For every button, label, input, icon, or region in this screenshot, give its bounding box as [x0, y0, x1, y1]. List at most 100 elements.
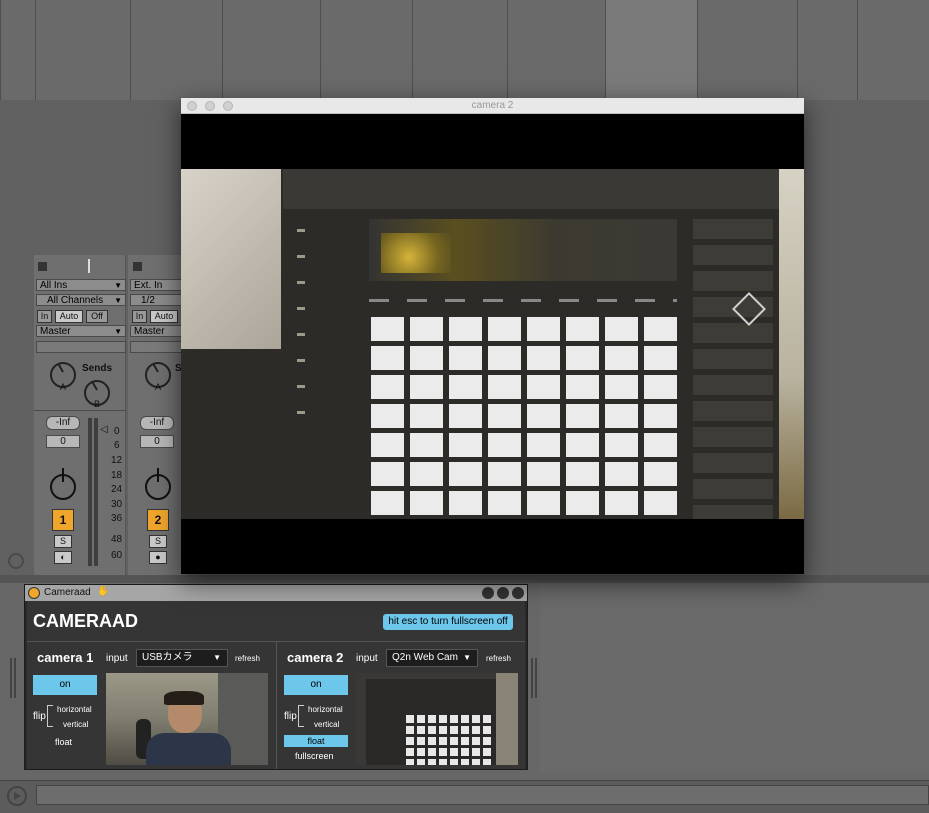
flip-vertical-toggle[interactable]: vertical	[314, 720, 339, 729]
track-activator[interactable]	[133, 262, 142, 271]
splitter[interactable]	[0, 575, 929, 583]
status-text-field	[36, 785, 929, 805]
chevron-down-icon: ▼	[213, 653, 221, 662]
device-title: CAMERAAD	[33, 611, 138, 631]
level-meter	[94, 418, 98, 566]
preview-shirt	[146, 733, 231, 765]
arrangement-lane	[605, 0, 697, 100]
monitor-auto-button[interactable]: Auto	[55, 310, 83, 323]
level-meter	[88, 418, 92, 566]
volume-field[interactable]: 0	[140, 435, 174, 448]
fullscreen-hint-button[interactable]: hit esc to turn fullscreen off	[383, 614, 513, 630]
input-channel-select[interactable]: All Channels ▼	[36, 294, 126, 306]
camera-1-preview	[106, 673, 268, 765]
peak-level[interactable]: -Inf	[46, 416, 80, 430]
flip-bracket	[47, 705, 53, 727]
volume-field[interactable]: 0	[46, 435, 80, 448]
device-on-toggle[interactable]	[28, 587, 40, 599]
arrangement-lane	[320, 0, 412, 100]
video-display-glow	[381, 233, 451, 273]
track-activator-button[interactable]: 1	[52, 509, 74, 531]
arrangement-lane	[507, 0, 605, 100]
monitor-in-button[interactable]: In	[132, 310, 147, 323]
meter-scale-label: 18	[111, 470, 123, 481]
meter-scale-label: 48	[111, 534, 123, 545]
camera-2-label: camera 2	[287, 650, 344, 665]
arrangement-lane	[130, 0, 222, 100]
flip-vertical-toggle[interactable]: vertical	[63, 720, 88, 729]
video-right-buttons	[693, 219, 773, 519]
solo-button[interactable]: S	[149, 535, 167, 548]
arrangement-lane	[412, 0, 507, 100]
send-a-label: A	[155, 382, 162, 392]
camera-2-preview	[356, 673, 518, 765]
device-drop-area[interactable]	[540, 583, 929, 773]
meter-scale-label: 60	[111, 550, 123, 561]
send-b-label: B	[94, 399, 101, 409]
monitor-off-button[interactable]: Off	[86, 310, 108, 323]
input-type-select[interactable]: All Ins ▼	[36, 279, 126, 291]
session-icon[interactable]	[8, 553, 24, 569]
arm-button[interactable]: ●	[149, 551, 167, 564]
meter-scale-label: 24	[111, 484, 123, 495]
device-title-bar: Cameraad ✋	[25, 585, 527, 601]
output-channel-field[interactable]	[36, 341, 126, 353]
cameraad-device: Cameraad ✋ CAMERAAD hit esc to turn full…	[24, 584, 528, 770]
flip-label: flip	[33, 711, 46, 722]
flip-horizontal-toggle[interactable]: horizontal	[57, 705, 92, 714]
camera-2-input-select[interactable]: Q2n Web Cam ▼	[386, 649, 478, 667]
sends-label: Sends	[82, 363, 113, 374]
video-shadow	[181, 349, 291, 519]
track-activator-button[interactable]: 2	[147, 509, 169, 531]
camera-video-feed	[181, 169, 804, 519]
expand-icon[interactable]	[482, 587, 494, 599]
drag-handle[interactable]	[10, 658, 16, 698]
output-select[interactable]: Master ▼	[36, 325, 126, 337]
arrangement-lane	[222, 0, 320, 100]
camera-2-refresh-button[interactable]: refresh	[486, 654, 511, 663]
input-label: input	[356, 653, 378, 664]
device-body: CAMERAAD hit esc to turn fullscreen off …	[27, 601, 525, 769]
cursor-marker	[88, 259, 90, 273]
chevron-down-icon: ▼	[114, 281, 122, 290]
video-button-row	[369, 299, 677, 302]
monitor-auto-button[interactable]: Auto	[150, 310, 178, 323]
window-title: camera 2	[471, 100, 514, 111]
drag-handle[interactable]	[531, 658, 537, 698]
play-triangle	[14, 792, 21, 800]
device-name: Cameraad	[44, 587, 91, 598]
camera-1-refresh-button[interactable]: refresh	[235, 654, 260, 663]
camera-1-label: camera 1	[37, 650, 94, 665]
camera-2-on-button[interactable]: on	[284, 675, 348, 695]
arrangement-lane	[0, 0, 35, 100]
camera-1-input-select[interactable]: USBカメラ ▼	[136, 649, 228, 667]
camera-1-on-button[interactable]: on	[33, 675, 97, 695]
flip-label: flip	[284, 711, 297, 722]
arrangement-lane	[35, 0, 130, 100]
video-side-buttons	[297, 229, 305, 429]
send-a-label: A	[60, 382, 67, 392]
settings-icon[interactable]	[497, 587, 509, 599]
fader-arrow-icon[interactable]: ◁	[100, 424, 108, 435]
save-icon[interactable]	[512, 587, 524, 599]
video-pad-grid-gaps	[371, 317, 679, 519]
arrangement-lane	[857, 0, 929, 100]
divider	[276, 641, 277, 769]
camera-2-float-toggle[interactable]: float	[284, 735, 348, 747]
preview-hair	[164, 691, 204, 705]
monitor-in-button[interactable]: In	[37, 310, 52, 323]
camera-2-fullscreen-toggle[interactable]: fullscreen	[295, 751, 334, 761]
preview-wall	[496, 673, 518, 765]
window-title-bar[interactable]: camera 2	[181, 98, 804, 114]
track-activator[interactable]	[38, 262, 47, 271]
peak-level[interactable]: -Inf	[140, 416, 174, 430]
solo-button[interactable]: S	[54, 535, 72, 548]
camera-1-float-toggle[interactable]: float	[55, 737, 72, 747]
arm-button[interactable]: ◐	[54, 551, 72, 564]
pan-indicator	[62, 468, 64, 482]
hand-icon: ✋	[97, 586, 110, 597]
meter-scale-label: 0	[114, 426, 120, 437]
flip-horizontal-toggle[interactable]: horizontal	[308, 705, 343, 714]
preview-pad-gaps	[406, 715, 494, 765]
chevron-down-icon: ▼	[114, 327, 122, 336]
